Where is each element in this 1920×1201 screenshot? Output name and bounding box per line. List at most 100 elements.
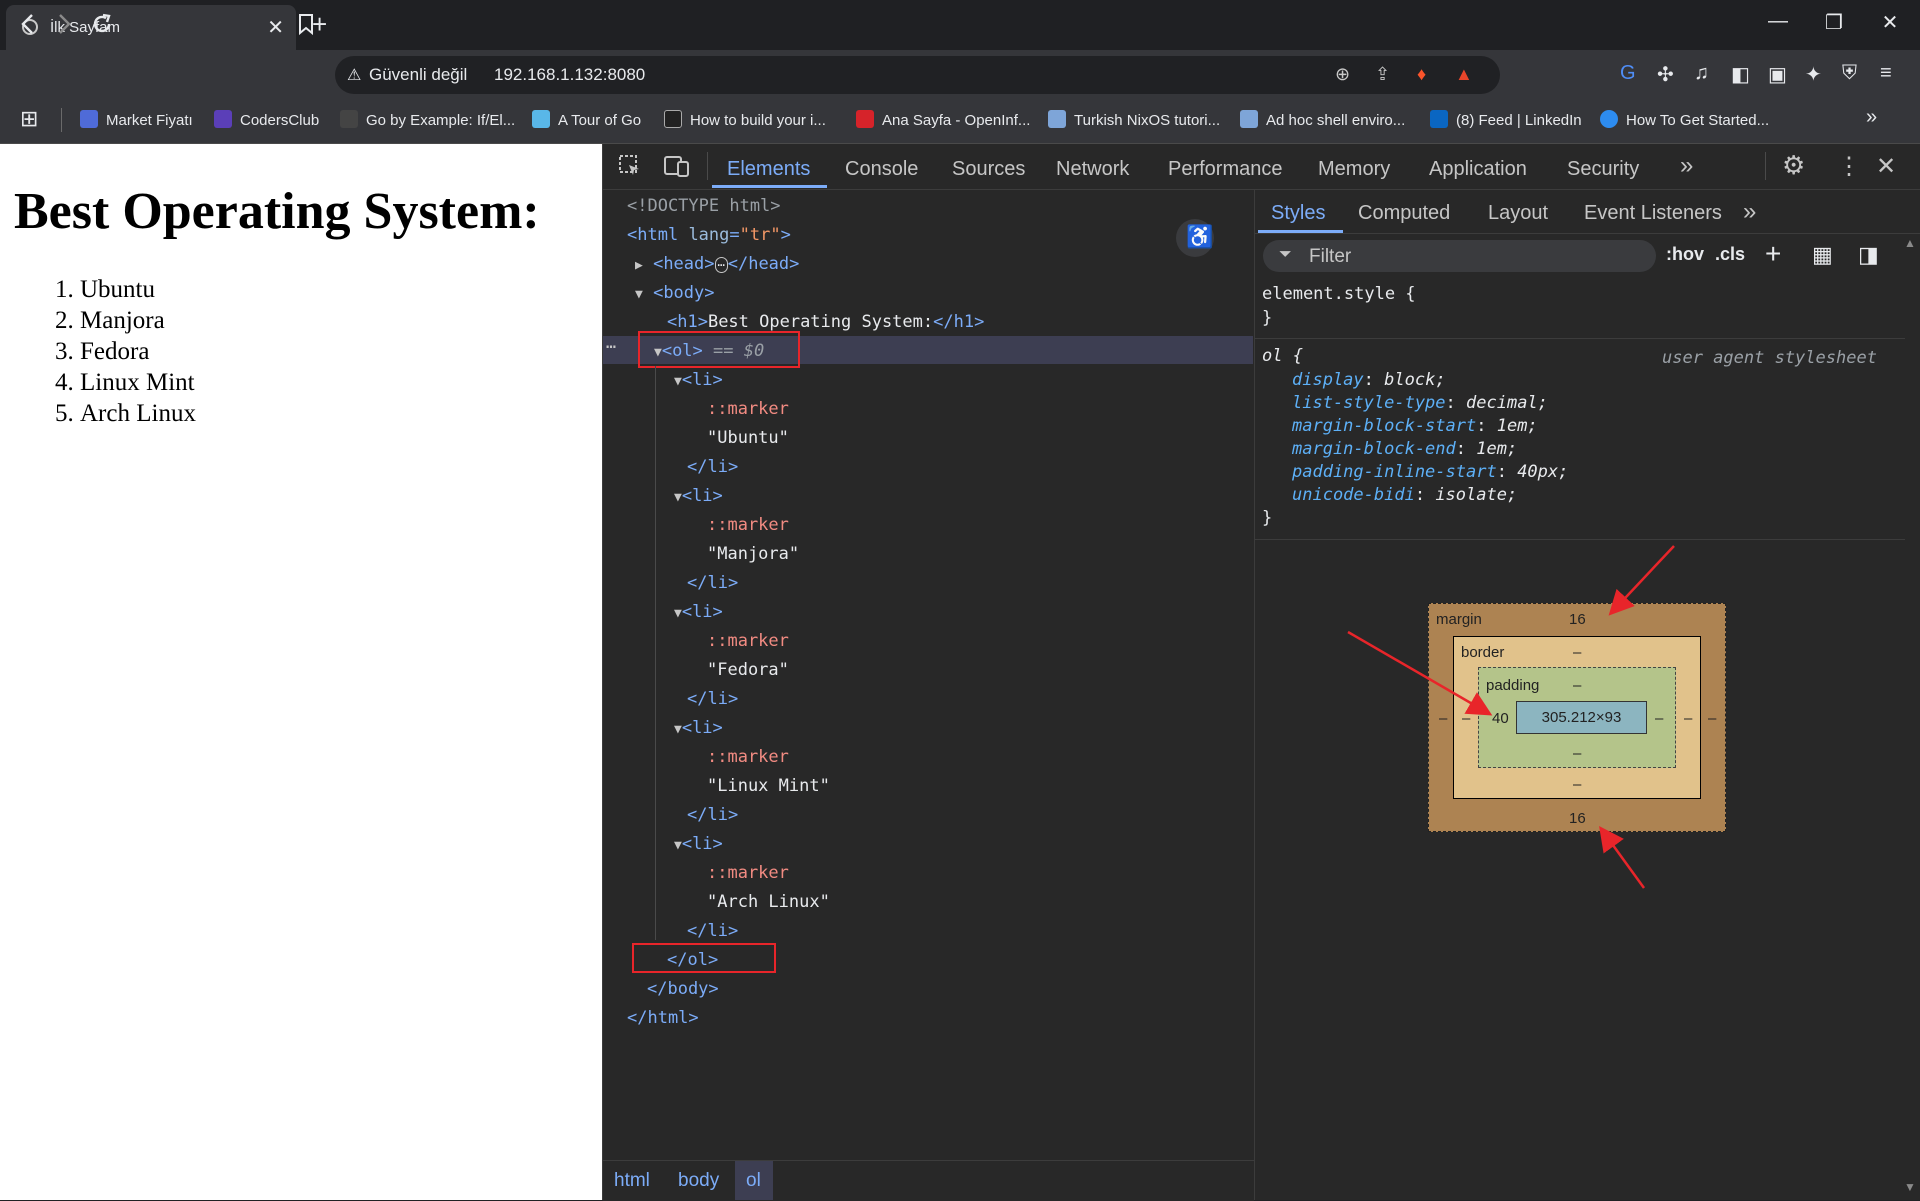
- tree-text-node[interactable]: "Manjora": [707, 544, 799, 564]
- subtab-event-listeners[interactable]: Event Listeners: [1584, 202, 1722, 225]
- bookmark-icon[interactable]: [297, 12, 315, 43]
- restore-button[interactable]: ❐: [1814, 10, 1854, 35]
- accessibility-button[interactable]: ♿: [1176, 219, 1214, 257]
- more-subtabs-icon[interactable]: »: [1743, 198, 1756, 226]
- bookmark-item[interactable]: Ana Sayfa - OpenInf...: [856, 110, 1030, 129]
- cls-toggle[interactable]: .cls: [1715, 244, 1745, 265]
- tree-li-close[interactable]: </li>: [687, 921, 738, 941]
- brave-shield-icon[interactable]: ♦: [1417, 64, 1426, 85]
- menu-icon[interactable]: ≡: [1880, 62, 1892, 85]
- bookmark-item[interactable]: (8) Feed | LinkedIn: [1430, 110, 1582, 129]
- collapse-triangle-icon[interactable]: ▼: [635, 287, 643, 302]
- tab-network[interactable]: Network: [1056, 158, 1129, 181]
- tree-text-node[interactable]: "Ubuntu": [707, 428, 789, 448]
- scroll-down-icon[interactable]: ▼: [1904, 1180, 1916, 1194]
- tree-body-close[interactable]: </body>: [647, 979, 719, 999]
- tree-head[interactable]: ▶ <head> ⋯ </head>: [635, 254, 799, 274]
- bookmark-item[interactable]: How To Get Started...: [1600, 110, 1769, 129]
- bookmark-item[interactable]: Ad hoc shell enviro...: [1240, 110, 1405, 129]
- address-bar[interactable]: ⚠ Güvenli değil 192.168.1.132:8080 ⊕ ⇪ ♦…: [335, 56, 1500, 94]
- url-text[interactable]: 192.168.1.132:8080: [494, 65, 645, 85]
- subtab-styles[interactable]: Styles: [1271, 202, 1325, 225]
- tab-sources[interactable]: Sources: [952, 158, 1025, 181]
- extensions-icon[interactable]: ✣: [1657, 62, 1674, 87]
- css-declaration[interactable]: unicode-bidi: isolate;: [1292, 485, 1517, 505]
- subtab-layout[interactable]: Layout: [1488, 202, 1548, 225]
- ol-rule-selector[interactable]: ol {: [1262, 346, 1303, 366]
- reload-icon[interactable]: [90, 12, 114, 43]
- toggle-sidebar-icon[interactable]: ◨: [1858, 242, 1879, 268]
- breadcrumb-html[interactable]: html: [614, 1170, 650, 1192]
- pane-divider[interactable]: [1254, 189, 1255, 1200]
- paint-brush-icon[interactable]: ▦: [1812, 242, 1833, 268]
- collapsed-ellipsis-icon[interactable]: ⋯: [714, 257, 728, 273]
- bookmark-item[interactable]: Turkish NixOS tutori...: [1048, 110, 1220, 129]
- bookmark-item[interactable]: Market Fiyatı: [80, 110, 193, 129]
- tree-marker[interactable]: ::marker: [707, 631, 789, 651]
- tab-security[interactable]: Security: [1567, 158, 1639, 181]
- tree-li-open[interactable]: ▼<li>: [674, 834, 723, 854]
- leo-icon[interactable]: ✦: [1805, 62, 1822, 87]
- scroll-up-icon[interactable]: ▲: [1904, 236, 1916, 250]
- element-style-rule[interactable]: element.style {: [1262, 284, 1416, 304]
- minimize-button[interactable]: —: [1758, 10, 1798, 33]
- inspect-element-icon[interactable]: [617, 153, 643, 184]
- subtab-computed[interactable]: Computed: [1358, 202, 1450, 225]
- expand-triangle-icon[interactable]: ▶: [635, 258, 643, 273]
- more-tabs-icon[interactable]: »: [1680, 152, 1693, 180]
- close-devtools-icon[interactable]: ✕: [1876, 152, 1896, 181]
- tree-li-open[interactable]: ▼<li>: [674, 718, 723, 738]
- tree-li-close[interactable]: </li>: [687, 689, 738, 709]
- forward-icon[interactable]: [54, 12, 74, 43]
- settings-gear-icon[interactable]: ⚙: [1782, 150, 1805, 181]
- tree-marker[interactable]: ::marker: [707, 399, 789, 419]
- hov-toggle[interactable]: :hov: [1666, 244, 1704, 265]
- sidebar-icon[interactable]: ◧: [1731, 62, 1750, 87]
- bookmark-item[interactable]: Go by Example: If/El...: [340, 110, 515, 129]
- bookmark-item[interactable]: A Tour of Go: [532, 110, 641, 129]
- tree-li-open[interactable]: ▼<li>: [674, 602, 723, 622]
- tree-li-close[interactable]: </li>: [687, 457, 738, 477]
- breadcrumb-body[interactable]: body: [678, 1170, 719, 1192]
- tree-li-open[interactable]: ▼<li>: [674, 486, 723, 506]
- border-right-value[interactable]: –: [1684, 710, 1692, 727]
- close-window-button[interactable]: ✕: [1870, 10, 1910, 35]
- tree-marker[interactable]: ::marker: [707, 863, 789, 883]
- css-declaration[interactable]: margin-block-end: 1em;: [1292, 439, 1517, 459]
- translate-icon[interactable]: G: [1620, 62, 1636, 85]
- new-style-rule-icon[interactable]: +: [1765, 238, 1781, 270]
- tab-memory[interactable]: Memory: [1318, 158, 1390, 181]
- tree-li-open[interactable]: ▼<li>: [674, 370, 723, 390]
- tree-h1[interactable]: <h1>Best Operating System:</h1>: [667, 312, 984, 332]
- tab-performance[interactable]: Performance: [1168, 158, 1283, 181]
- breadcrumb-ol[interactable]: ol: [746, 1170, 761, 1192]
- css-declaration[interactable]: list-style-type: decimal;: [1292, 393, 1548, 413]
- vpn-icon[interactable]: ⛨: [1842, 62, 1857, 85]
- css-declaration[interactable]: padding-inline-start: 40px;: [1292, 462, 1568, 482]
- tree-html-open[interactable]: <html lang="tr">: [627, 225, 791, 245]
- bookmark-item[interactable]: CodersClub: [214, 110, 319, 129]
- browser-tab[interactable]: İlk Sayfam ✕: [6, 5, 296, 50]
- css-declaration[interactable]: display: block;: [1292, 370, 1446, 390]
- tree-marker[interactable]: ::marker: [707, 747, 789, 767]
- share-icon[interactable]: ⇪: [1375, 64, 1390, 85]
- tab-close-icon[interactable]: ✕: [267, 15, 284, 40]
- tree-text-node[interactable]: "Linux Mint": [707, 776, 830, 796]
- tab-application[interactable]: Application: [1429, 158, 1527, 181]
- css-declaration[interactable]: margin-block-start: 1em;: [1292, 416, 1538, 436]
- wallet-icon[interactable]: ▣: [1768, 62, 1787, 87]
- margin-right-value[interactable]: –: [1708, 710, 1716, 727]
- tree-text-node[interactable]: "Fedora": [707, 660, 789, 680]
- media-icon[interactable]: ♫: [1694, 62, 1709, 85]
- styles-filter-input[interactable]: ⏷ Filter: [1263, 240, 1656, 272]
- bookmarks-overflow-icon[interactable]: »: [1866, 106, 1877, 129]
- tree-html-close[interactable]: </html>: [627, 1008, 699, 1028]
- brave-rewards-icon[interactable]: ▲: [1455, 64, 1473, 85]
- tab-console[interactable]: Console: [845, 158, 918, 181]
- device-toolbar-icon[interactable]: [663, 153, 691, 184]
- tree-body-open[interactable]: ▼ <body>: [635, 283, 715, 303]
- apps-grid-icon[interactable]: ⊞: [20, 106, 38, 132]
- tree-marker[interactable]: ::marker: [707, 515, 789, 535]
- zoom-icon[interactable]: ⊕: [1335, 64, 1350, 85]
- back-icon[interactable]: [18, 12, 38, 43]
